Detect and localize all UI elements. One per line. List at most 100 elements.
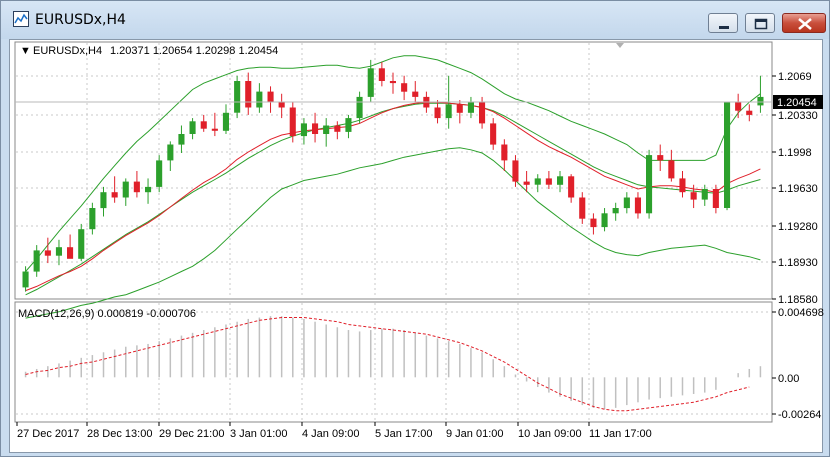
candle-bull [557, 176, 564, 185]
macd-indicator [24, 316, 762, 412]
candle-bull [256, 91, 263, 108]
candle-bear [289, 107, 296, 137]
price-tick: 1.19280 [778, 221, 818, 233]
candle-bull [367, 68, 374, 97]
candle-bear [735, 102, 742, 111]
macd-signal-line [25, 317, 750, 412]
price-tick: 1.1998 [778, 147, 812, 159]
candle-bear [111, 192, 118, 198]
candle-bull [234, 81, 241, 113]
time-label: 3 Jan 01:00 [230, 428, 288, 440]
price-tick: 1.18580 [778, 294, 818, 306]
header-symbol: EURUSDx,H4 [33, 45, 102, 57]
candle-bear [456, 104, 463, 113]
candle-bull [623, 197, 630, 209]
candlesticks [22, 59, 764, 292]
time-label: 27 Dec 2017 [17, 428, 79, 440]
maximize-button[interactable] [745, 13, 775, 33]
candle-bear [668, 160, 675, 179]
candle-bear [211, 128, 218, 131]
time-axis: 27 Dec 2017 28 Dec 13:00 29 Dec 21:00 3 … [16, 422, 652, 440]
candle-bear [200, 121, 207, 129]
candle-bull [601, 213, 608, 228]
candle-bear [278, 102, 285, 108]
candle-bull [55, 247, 62, 256]
time-label: 11 Jan 17:00 [589, 428, 652, 440]
candle-bull [78, 229, 85, 259]
candle-bear [490, 123, 497, 145]
time-label: 4 Jan 09:00 [302, 428, 360, 440]
candle-bull [122, 181, 129, 198]
candle-bull [701, 189, 708, 200]
candle-bear [512, 160, 519, 182]
candle-bear [401, 83, 408, 92]
chart-window: EURUSDx,H4 ▼ EURUSDx,H4 1.20371 1.20654 … [0, 0, 830, 457]
candle-bull [222, 112, 229, 131]
candle-bull [100, 192, 107, 209]
candle-bear [523, 181, 530, 185]
candle-bull [33, 250, 40, 272]
candle-bear [245, 81, 252, 108]
time-label: 10 Jan 09:00 [518, 428, 582, 440]
candle-bull [89, 208, 96, 230]
candle-bull [323, 125, 330, 134]
close-button[interactable] [782, 13, 826, 33]
candle-bull [300, 123, 307, 137]
candle-bull [646, 155, 653, 214]
candle-bull [724, 102, 731, 208]
candle-bull [178, 134, 185, 145]
candle-bear [334, 125, 341, 132]
candle-bear [67, 247, 74, 259]
candle-bear [312, 123, 319, 134]
macd-axis: 0.004698 0.00 -0.00264 [772, 307, 824, 421]
macd-tick: -0.00264 [778, 409, 821, 421]
candle-bear [568, 176, 575, 198]
candle-bear [690, 192, 697, 200]
candle-bear [634, 197, 641, 214]
price-tick: 1.19630 [778, 183, 818, 195]
window-titlebar[interactable]: EURUSDx,H4 [1, 1, 829, 39]
macd-tick: 0.004698 [778, 307, 824, 319]
current-price-label: 1.20454 [777, 97, 817, 109]
chart-shift-marker[interactable] [616, 43, 624, 48]
close-icon [798, 18, 812, 30]
candle-bull [534, 178, 541, 185]
candle-bear [501, 144, 508, 161]
candle-bear [267, 91, 274, 103]
window-title: EURUSDx,H4 [35, 12, 126, 28]
header-arrow[interactable]: ▼ [20, 45, 31, 57]
candle-bull [345, 118, 352, 132]
candle-bear [657, 155, 664, 161]
candle-bear [133, 181, 140, 193]
price-chart[interactable]: ▼ EURUSDx,H4 1.20371 1.20654 1.20298 1.2… [10, 40, 824, 454]
minimize-icon [719, 26, 729, 29]
time-label: 28 Dec 13:00 [87, 428, 152, 440]
minimize-button[interactable] [708, 13, 738, 33]
candle-bull [156, 160, 163, 187]
candle-bear [545, 178, 552, 185]
candle-bear [389, 81, 396, 84]
time-label: 29 Dec 21:00 [159, 428, 224, 440]
candle-bear [479, 102, 486, 124]
candle-bear [412, 91, 419, 97]
header-values: 1.20371 1.20654 1.20298 1.20454 [110, 45, 278, 57]
candle-bull [145, 186, 152, 193]
candle-bear [378, 68, 385, 81]
candle-bull [757, 96, 764, 106]
maximize-icon [754, 18, 768, 30]
candle-bull [356, 96, 363, 119]
price-tick: 1.20330 [778, 110, 818, 122]
candle-bull [167, 144, 174, 161]
time-label: 5 Jan 17:00 [375, 428, 433, 440]
candle-bear [434, 107, 441, 119]
candle-bear [712, 189, 719, 208]
macd-tick: 0.00 [778, 373, 799, 385]
candle-bull [467, 102, 474, 113]
time-label: 9 Jan 01:00 [446, 428, 504, 440]
candle-bull [22, 271, 29, 288]
chart-area[interactable]: ▼ EURUSDx,H4 1.20371 1.20654 1.20298 1.2… [9, 39, 824, 454]
candle-bear [679, 178, 686, 193]
candle-bear [590, 218, 597, 228]
candle-bull [189, 121, 196, 134]
candle-bull [612, 208, 619, 214]
